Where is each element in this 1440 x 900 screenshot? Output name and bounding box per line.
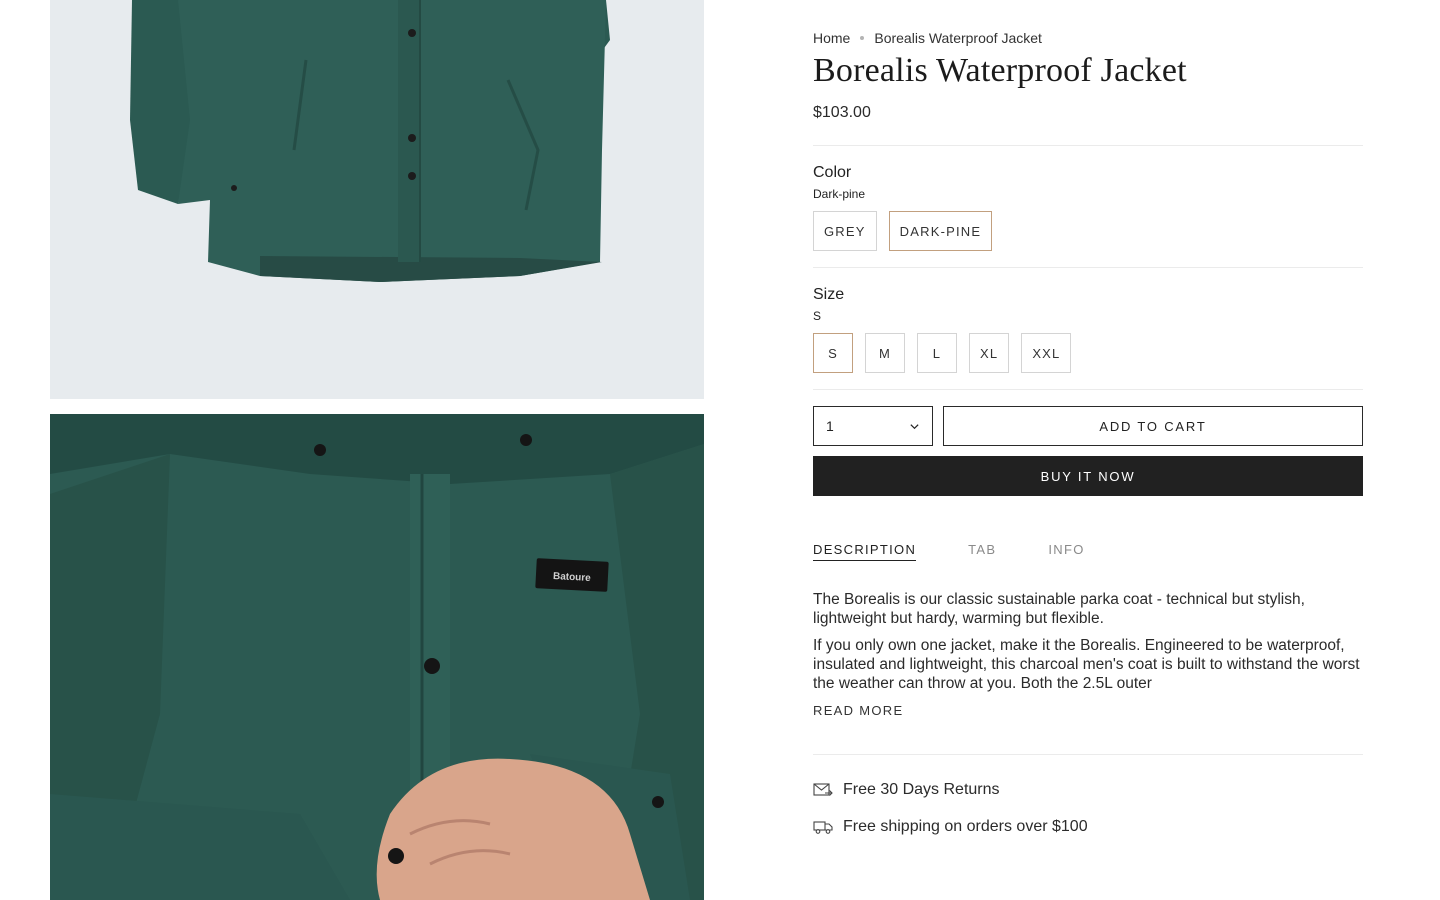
size-option-label: Size [813,286,845,303]
description-paragraph: If you only own one jacket, make it the … [813,637,1360,692]
divider [813,145,1363,146]
size-swatch-xl[interactable]: XL [969,333,1010,373]
breadcrumb-separator [860,36,865,40]
read-more-link[interactable]: READ MORE [813,703,903,718]
size-swatch-l[interactable]: L [917,333,957,373]
quantity-value: 1 [826,418,834,434]
returns-envelope-icon [813,782,833,798]
perk-returns-text: Free 30 Days Returns [843,781,1000,798]
color-swatch-grey[interactable]: GREY [813,211,877,251]
tab-tab[interactable]: TAB [968,542,996,561]
color-swatch-group: GREY DARK-PINE [813,211,993,251]
chevron-down-icon [910,423,919,429]
product-title: Borealis Waterproof Jacket [813,52,1187,89]
breadcrumb: Home Borealis Waterproof Jacket [813,30,1042,46]
description-paragraph: The Borealis is our classic sustainable … [813,591,1305,627]
size-swatch-xxl[interactable]: XXL [1021,333,1072,373]
divider [813,267,1363,268]
perk-returns: Free 30 Days Returns [813,781,1000,799]
divider [813,389,1363,390]
jacket-front-image [50,0,704,399]
color-swatch-dark-pine[interactable]: DARK-PINE [888,211,993,251]
brand-label-text: Batoure [553,571,592,584]
color-selected-value: Dark-pine [813,187,866,201]
product-image-front[interactable] [50,0,704,399]
delivery-truck-icon [813,819,833,835]
jacket-closeup-image: Batoure [50,414,704,900]
product-description: The Borealis is our classic sustainable … [813,590,1363,694]
quantity-select[interactable]: 1 [813,406,933,446]
tab-description[interactable]: DESCRIPTION [813,542,917,561]
color-option-label: Color [813,164,852,181]
size-selected-value: S [813,309,822,323]
tab-info[interactable]: INFO [1048,542,1084,561]
product-image-closeup[interactable]: Batoure [50,414,704,900]
product-price: $103.00 [813,104,871,121]
size-swatch-m[interactable]: M [865,333,905,373]
size-swatch-group: S M L XL XXL [813,333,1072,373]
add-to-cart-button[interactable]: ADD TO CART [943,406,1363,446]
breadcrumb-home-link[interactable]: Home [813,30,850,46]
product-gallery: Batoure [50,0,704,900]
perk-shipping-text: Free shipping on orders over $100 [843,818,1088,835]
product-tabs: DESCRIPTION TAB INFO [813,542,1085,561]
perk-shipping: Free shipping on orders over $100 [813,818,1088,836]
divider [813,754,1363,755]
size-swatch-s[interactable]: S [813,333,853,373]
buy-it-now-button[interactable]: BUY IT NOW [813,456,1363,496]
breadcrumb-current: Borealis Waterproof Jacket [874,30,1042,46]
